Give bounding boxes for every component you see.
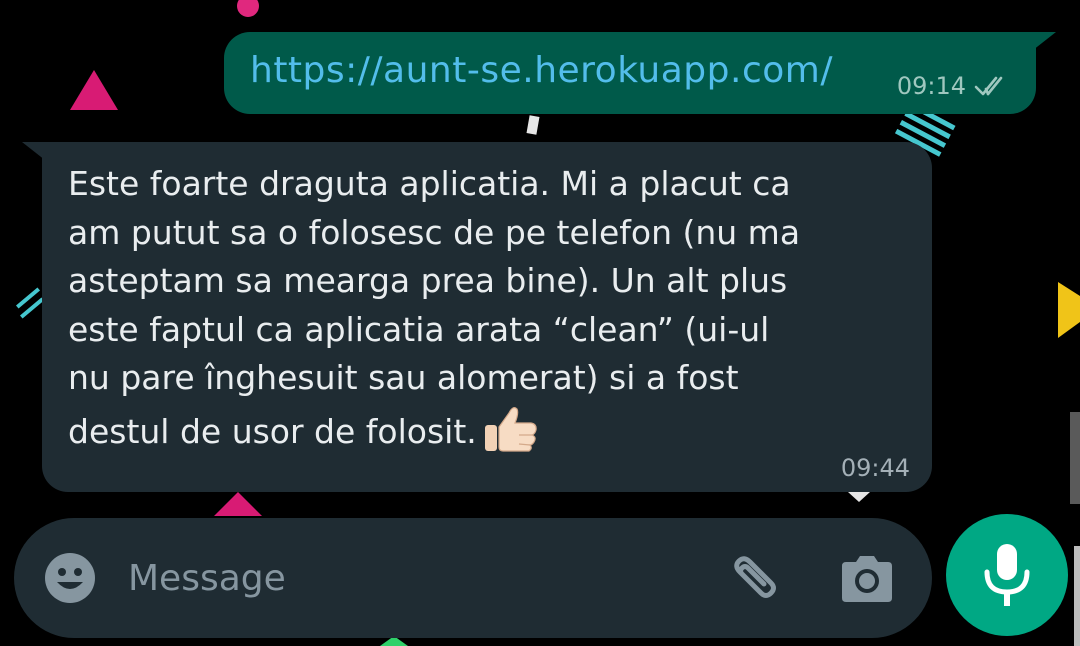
message-input[interactable]	[128, 546, 688, 610]
bubble-tail	[22, 142, 50, 164]
wallpaper-dash-white	[526, 115, 540, 135]
message-text: Este foarte draguta aplicatia. Mi a plac…	[68, 164, 801, 451]
attach-button[interactable]	[720, 550, 780, 610]
message-link[interactable]: https://aunt-se.herokuapp.com/	[250, 50, 833, 91]
camera-button[interactable]	[838, 552, 896, 606]
double-check-icon	[974, 76, 1003, 96]
message-composer	[14, 518, 932, 638]
wallpaper-dot-pink	[237, 0, 259, 17]
outgoing-message-bubble[interactable]: https://aunt-se.herokuapp.com/ 09:14	[224, 32, 1056, 114]
message-meta: 09:14	[897, 72, 1014, 100]
camera-icon	[842, 556, 892, 602]
wallpaper-stripes-teal-left	[15, 287, 45, 319]
bubble-tail	[1028, 32, 1056, 54]
emoji-button[interactable]	[44, 552, 96, 604]
wallpaper-bar-gray	[1070, 412, 1080, 504]
wallpaper-triangle-yellow	[1058, 282, 1080, 338]
wallpaper-chevron-white	[848, 492, 870, 502]
message-text-container: Este foarte draguta aplicatia. Mi a plac…	[68, 160, 918, 456]
message-time: 09:44	[840, 454, 910, 482]
thumbs-up-icon	[484, 406, 537, 452]
wallpaper-bar-gray-bottom	[1074, 546, 1080, 646]
incoming-message-bubble[interactable]: Este foarte draguta aplicatia. Mi a plac…	[22, 142, 932, 492]
mic-icon	[984, 544, 1030, 606]
emoji-icon	[45, 553, 95, 603]
wallpaper-triangle-pink	[70, 70, 118, 110]
voice-message-button[interactable]	[946, 514, 1068, 636]
attach-icon	[734, 556, 776, 598]
message-time: 09:14	[896, 72, 966, 100]
wallpaper-triangle-pink-bottom	[214, 492, 262, 516]
